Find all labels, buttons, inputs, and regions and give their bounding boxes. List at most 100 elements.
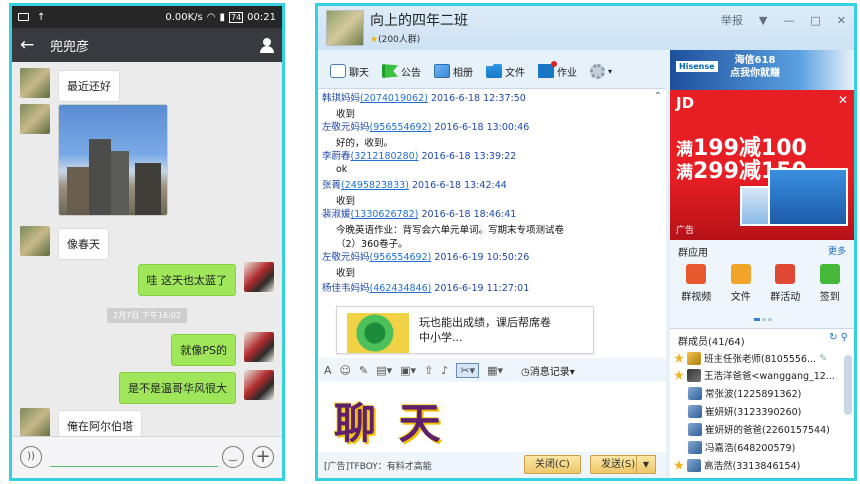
sender-name[interactable]: 左敬元妈妈 (322, 122, 370, 133)
sender-name[interactable]: 韩琪妈妈 (322, 93, 360, 104)
app-files[interactable]: 文件 (721, 264, 761, 303)
search-icon[interactable]: ⚲ (841, 332, 848, 343)
sender-name[interactable]: 杨佳韦妈妈 (322, 283, 370, 294)
brand-logo: Hisense (676, 61, 718, 72)
member-item[interactable]: 常张波(1225891362) (688, 386, 801, 400)
chat-message-body: 今晚英语作业：背写会六单元单词。写期末专项测试卷 (336, 225, 565, 236)
chat-message-body: 收到 (336, 109, 356, 120)
member-scrollbar[interactable] (844, 355, 852, 415)
collapse-icon[interactable]: ⌃ (654, 91, 662, 102)
my-avatar[interactable] (244, 262, 274, 292)
side-ad[interactable]: JD ✕ 满199减100 满299减150 广告 (670, 90, 854, 240)
close-ad-icon[interactable]: ✕ (838, 93, 848, 107)
message-bubble[interactable]: 就像PS的 (171, 334, 236, 366)
member-item[interactable]: 崔妍妍(3123390260) (688, 404, 801, 418)
message-input[interactable] (50, 466, 218, 467)
message-bubble[interactable]: 是不是温哥华风很大 (119, 372, 236, 404)
chat-message-header: 韩琪妈妈(2074019062) 2016-6-18 12:37:50 (322, 93, 526, 104)
chat-message-body: 好的，收到。 (336, 138, 394, 149)
app-signin[interactable]: 签到 (810, 264, 850, 303)
group-apps: 群应用 更多 群视频 文件 群活动 签到 (670, 240, 854, 328)
app-group-video[interactable]: 群视频 (676, 264, 716, 303)
maximize-button[interactable]: □ (810, 14, 820, 27)
contact-avatar[interactable] (20, 104, 50, 134)
contact-avatar[interactable] (20, 226, 50, 256)
back-arrow-icon[interactable]: ← (20, 35, 42, 55)
sync-icon[interactable]: ↻ (829, 332, 837, 343)
shared-link-card[interactable]: 玩也能出成绩，课后帮席卷 中小学... (336, 306, 594, 354)
tab-homework[interactable]: 作业 (534, 61, 581, 81)
message-bubble[interactable]: 像春天 (58, 228, 109, 260)
chat-message-header: 李蔚春(3212180280) 2016-6-18 13:39:22 (322, 151, 517, 162)
member-item[interactable]: 冯嘉浩(648200579) (688, 440, 795, 454)
tab-chat[interactable]: 聊天 (326, 62, 373, 81)
report-button[interactable]: 举报 (721, 12, 743, 28)
upload-icon[interactable]: ⇧ (424, 364, 433, 377)
edit-icon[interactable]: ✎ (819, 353, 827, 364)
message-bubble[interactable]: 哇 这天也太蓝了 (137, 264, 236, 296)
magic-text-icon[interactable]: ▤▾ (376, 364, 392, 377)
chat-header: ← 兜兜彦 (12, 28, 282, 62)
photo-message[interactable] (58, 104, 168, 216)
message-input-box[interactable]: 聊 天 (318, 382, 666, 452)
bottom-ad-text[interactable]: [广告]TFBOY：有料才高能 (324, 459, 432, 472)
close-button[interactable]: ✕ (837, 14, 846, 27)
avatar (688, 422, 702, 436)
avatar (687, 368, 701, 382)
member-item[interactable]: 班主任张老师(8105556... ✎ (674, 351, 827, 365)
apps-more-link[interactable]: 更多 (828, 244, 846, 257)
sender-name[interactable]: 裴淑媛 (322, 209, 351, 220)
voice-input-icon[interactable]: )) (20, 446, 42, 468)
sender-name[interactable]: 张菁 (322, 180, 341, 191)
settings-button[interactable]: ▾ (586, 62, 616, 81)
member-item[interactable]: 崔妍妍的爸爸(2260157544) (688, 422, 830, 436)
avatar (688, 440, 702, 454)
contact-avatar[interactable] (20, 68, 50, 98)
group-avatar[interactable] (326, 10, 364, 46)
battery-level: 74 (228, 11, 244, 23)
group-name: 向上的四年二班 (370, 13, 468, 29)
plus-icon[interactable]: + (252, 446, 274, 468)
dropdown-icon[interactable]: ▼ (759, 14, 767, 27)
chat-history: ⌃ 韩琪妈妈(2074019062) 2016-6-18 12:37:50 收到… (318, 88, 666, 358)
screenshot-icon[interactable]: ✂▾ (456, 362, 480, 378)
tab-file[interactable]: 文件 (482, 62, 529, 81)
member-item[interactable]: 王浩洋爸爸<wanggang_12... (674, 368, 835, 382)
minimize-button[interactable]: — (783, 14, 794, 27)
profile-icon[interactable] (260, 38, 274, 53)
emoji-icon[interactable] (222, 446, 244, 468)
more-icon[interactable]: ▦▾ (487, 364, 503, 377)
message-history-button[interactable]: ◷消息记录▾ (521, 363, 575, 378)
image-icon[interactable]: ▣▾ (400, 364, 416, 377)
contact-avatar[interactable] (20, 408, 50, 438)
emoji-icon[interactable]: ☺ (340, 364, 351, 377)
voice-message-icon[interactable]: ♪ (441, 364, 448, 377)
avatar (687, 351, 701, 365)
page-indicator[interactable] (754, 318, 772, 321)
top-banner-ad[interactable]: Hisense 海信618 点我你就赚 (670, 50, 854, 90)
network-speed: 0.00K/s (165, 11, 203, 23)
font-icon[interactable]: A (324, 364, 332, 377)
shake-icon[interactable]: ✎ (359, 364, 368, 377)
close-window-button[interactable]: 关闭(C) (524, 455, 581, 474)
my-avatar[interactable] (244, 332, 274, 362)
sender-name[interactable]: 李蔚春 (322, 151, 351, 162)
sender-name[interactable]: 左敬元妈妈 (322, 252, 370, 263)
member-item[interactable]: 高浩然(3313846154) (674, 458, 800, 472)
message-bubble[interactable]: 最近还好 (58, 70, 120, 102)
signal-icon: ▮ (219, 11, 225, 23)
chat-icon (330, 64, 346, 78)
product-image (768, 168, 848, 226)
status-bar: ↑ 0.00K/s ◠ ▮ 74 00:21 (12, 6, 282, 28)
my-avatar[interactable] (244, 370, 274, 400)
tab-notice[interactable]: 公告 (378, 62, 425, 81)
send-options-dropdown[interactable]: ▼ (636, 455, 656, 474)
jd-logo: JD (676, 94, 695, 112)
star-icon (674, 460, 684, 470)
wechat-phone-screen: ↑ 0.00K/s ◠ ▮ 74 00:21 ← 兜兜彦 最近还好 像春天 哇 … (9, 3, 285, 481)
tab-album[interactable]: 相册 (430, 62, 477, 81)
app-group-activity[interactable]: 群活动 (765, 264, 805, 303)
album-icon (434, 64, 450, 78)
chat-timestamp: 2月7日 下午16:02 (107, 308, 187, 323)
input-bar: )) + (12, 436, 282, 478)
